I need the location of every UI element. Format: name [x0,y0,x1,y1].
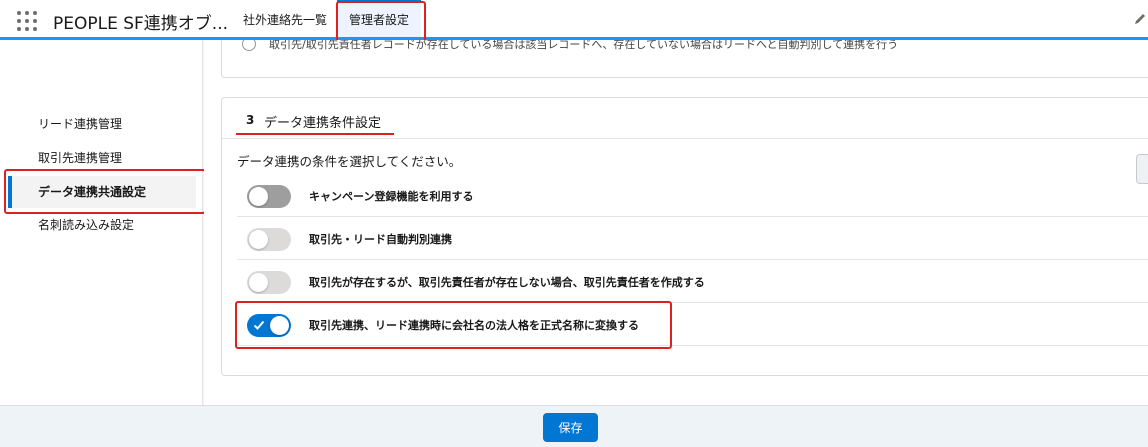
create-contact-toggle[interactable] [247,271,291,294]
auto-route-radio-label: 取引先/取引先責任者レコードが存在している場合は該当レコードへ、存在していない場… [269,40,899,51]
save-button[interactable]: 保存 [543,413,598,442]
checkmark-icon [253,320,265,330]
global-header: PEOPLE SF連携オブ... 社外連絡先一覧 管理者設定 [0,0,1148,43]
previous-section-card: 取引先/取引先責任者レコードが存在している場合は該当レコードへ、存在していない場… [221,40,1148,78]
setting-row-campaign: キャンペーン登録機能を利用する [237,175,1148,217]
data-sync-conditions-card: 3 データ連携条件設定 データ連携の条件を選択してください。 キャンペーン登録機… [221,97,1148,376]
setting-label-campaign: キャンペーン登録機能を利用する [309,190,474,203]
section-title: データ連携条件設定 [264,116,382,131]
setting-row-create-contact: 取引先が存在するが、取引先責任者が存在しない場合、取引先責任者を作成する [237,261,1148,303]
setting-label-create-contact: 取引先が存在するが、取引先責任者が存在しない場合、取引先責任者を作成する [309,276,705,289]
app-launcher-icon[interactable] [17,11,37,31]
sidebar-item-card-import[interactable]: 名刺読み込み設定 [8,211,196,239]
tab-external-contacts[interactable]: 社外連絡先一覧 [231,0,339,37]
section-title-underline [236,133,394,135]
auto-route-toggle[interactable] [247,228,291,251]
sidebar-item-lead-sync[interactable]: リード連携管理 [8,110,196,138]
card-divider [222,138,1148,139]
campaign-toggle[interactable] [247,185,291,208]
sidebar-item-data-sync-common[interactable]: データ連携共通設定 [8,176,196,208]
setting-row-auto-route: 取引先・リード自動判別連携 [237,218,1148,260]
auto-route-radio[interactable] [242,40,256,51]
collapse-handle-icon[interactable] [1136,154,1148,184]
section-number: 3 [246,113,255,127]
setting-label-legal-entity: 取引先連携、リード連携時に会社名の法人格を正式名称に変換する [309,319,639,332]
edit-pencil-icon[interactable] [1133,12,1147,26]
main-content: 取引先/取引先責任者レコードが存在している場合は該当レコードへ、存在していない場… [204,40,1148,405]
sidebar-item-account-sync[interactable]: 取引先連携管理 [8,144,196,172]
settings-sidebar: リード連携管理 取引先連携管理 データ連携共通設定 名刺読み込み設定 [0,40,206,405]
legal-entity-toggle[interactable] [247,314,291,337]
setting-row-legal-entity: 取引先連携、リード連携時に会社名の法人格を正式名称に変換する [237,304,1148,346]
section-intro: データ連携の条件を選択してください。 [237,154,462,169]
setting-label-auto-route: 取引先・リード自動判別連携 [309,233,452,246]
app-name: PEOPLE SF連携オブ... [53,14,229,34]
tab-admin-settings[interactable]: 管理者設定 [337,0,421,37]
footer-bar: 保存 [0,405,1148,447]
